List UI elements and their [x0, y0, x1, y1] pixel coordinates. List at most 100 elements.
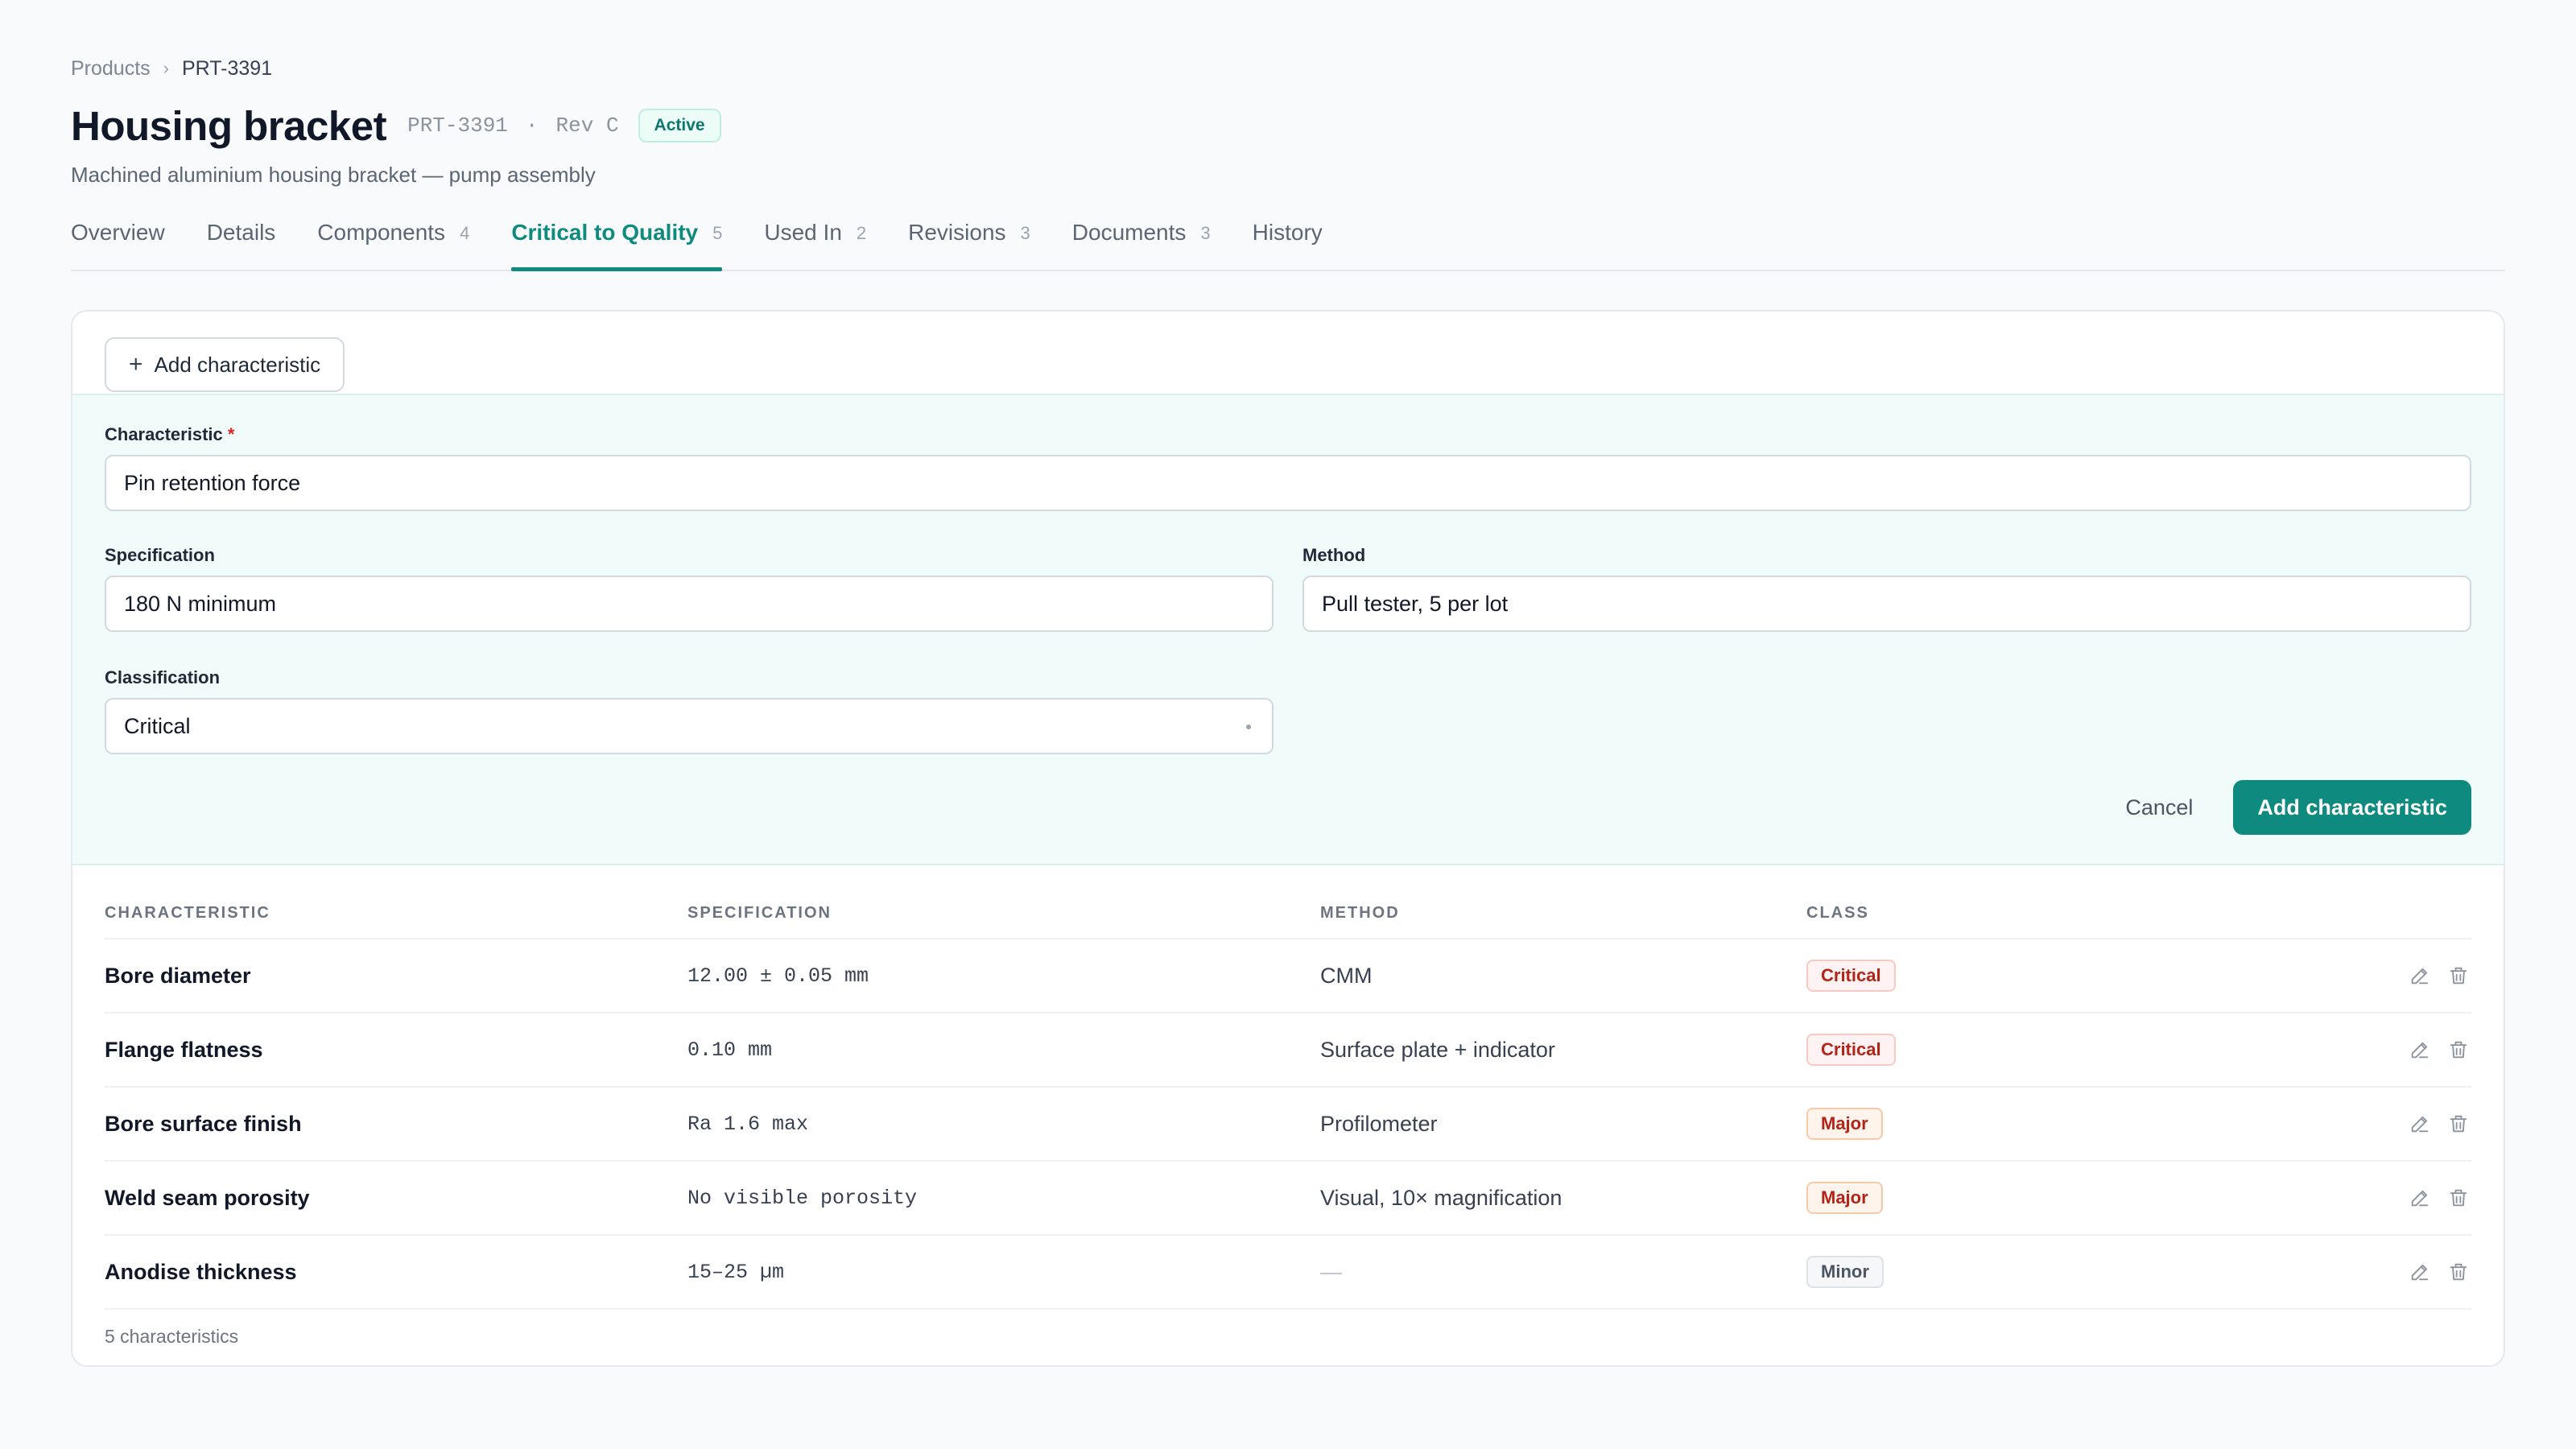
page-title: Housing bracket: [71, 102, 387, 149]
tab-components[interactable]: Components 4: [317, 220, 469, 270]
cell-actions: [2407, 1185, 2471, 1211]
method-input[interactable]: Pull tester, 5 per lot: [1302, 576, 2471, 632]
cell-method: CMM: [1320, 963, 1373, 988]
characteristic-input[interactable]: Pin retention force: [105, 455, 2471, 511]
meta-separator: ·: [525, 114, 539, 138]
table-row: Bore diameter 12.00 ± 0.05 mm CMM Critic…: [105, 939, 2471, 1013]
table-row: Weld seam porosity No visible porosity V…: [105, 1162, 2471, 1236]
breadcrumb-products-link[interactable]: Products: [71, 57, 151, 80]
classification-select[interactable]: Critical: [105, 698, 1274, 754]
table-row: Bore surface finish Ra 1.6 max Profilome…: [105, 1088, 2471, 1162]
add-characteristic-submit-button[interactable]: Add characteristic: [2233, 780, 2471, 835]
revision-label: Rev C: [555, 114, 619, 138]
tab-overview[interactable]: Overview: [71, 220, 165, 270]
characteristic-field-label: Characteristic *: [105, 424, 2471, 445]
add-characteristic-toggle-button[interactable]: + Add characteristic: [105, 337, 345, 392]
breadcrumb-separator: ›: [163, 58, 169, 78]
cell-class: Minor: [1806, 1256, 2407, 1288]
cell-method: —: [1320, 1259, 1342, 1284]
method-column: Method Pull tester, 5 per lot: [1302, 545, 2471, 632]
tab-documents[interactable]: Documents 3: [1072, 220, 1211, 270]
part-number: PRT-3391: [407, 114, 508, 138]
cell-class: Critical: [1806, 960, 2407, 992]
cell-method: Profilometer: [1320, 1111, 1438, 1136]
cell-characteristic: Weld seam porosity: [105, 1185, 310, 1210]
delete-trash-icon[interactable]: [2446, 1037, 2471, 1063]
classification-column: Classification Critical: [105, 667, 1274, 754]
classification-field-label: Classification: [105, 667, 221, 687]
delete-trash-icon[interactable]: [2446, 963, 2471, 989]
class-badge: Critical: [1806, 960, 1896, 992]
tab-label: Revisions: [908, 220, 1006, 245]
tab-count: 2: [856, 223, 867, 243]
tab-label: Critical to Quality: [511, 220, 699, 245]
column-header-characteristic: CHARACTERISTIC: [105, 903, 270, 922]
cell-specification: 0.10 mm: [687, 1038, 773, 1062]
cell-method: Visual, 10× magnification: [1320, 1185, 1563, 1210]
edit-pencil-icon[interactable]: [2407, 963, 2433, 989]
breadcrumb-current: PRT-3391: [182, 56, 273, 80]
title-row: Housing bracket PRT-3391 · Rev C Active: [71, 100, 2505, 151]
delete-trash-icon[interactable]: [2446, 1259, 2471, 1285]
cell-characteristic: Flange flatness: [105, 1037, 263, 1062]
edit-pencil-icon[interactable]: [2407, 1111, 2433, 1137]
required-mark: *: [227, 424, 235, 444]
tab-bar: Overview Details Components 4 Critical t…: [71, 220, 2505, 271]
tab-label: Details: [206, 220, 276, 245]
table-body: Bore diameter 12.00 ± 0.05 mm CMM Critic…: [105, 939, 2471, 1310]
cell-characteristic: Bore diameter: [105, 963, 251, 988]
column-header-method: METHOD: [1320, 903, 1400, 922]
tab-count: 3: [1200, 223, 1211, 243]
table-row: Flange flatness 0.10 mm Surface plate + …: [105, 1013, 2471, 1088]
delete-trash-icon[interactable]: [2446, 1111, 2471, 1137]
table-footer: 5 characteristics: [105, 1326, 239, 1347]
status-badge: Active: [638, 109, 721, 142]
column-header-specification: SPECIFICATION: [687, 903, 832, 922]
tab-revisions[interactable]: Revisions 3: [908, 220, 1030, 270]
tab-history[interactable]: History: [1253, 220, 1323, 270]
breadcrumb: Products › PRT-3391: [71, 55, 2505, 82]
add-characteristic-label: Add characteristic: [154, 352, 321, 377]
edit-pencil-icon[interactable]: [2407, 1037, 2433, 1063]
tab-details[interactable]: Details: [207, 220, 276, 270]
characteristic-label-text: Characteristic: [105, 424, 223, 444]
cell-specification: 15–25 µm: [687, 1260, 785, 1284]
cell-method: Surface plate + indicator: [1320, 1037, 1555, 1062]
tab-label: Components: [317, 220, 446, 245]
table-row: Anodise thickness 15–25 µm — Minor: [105, 1236, 2471, 1310]
class-badge: Major: [1806, 1108, 1883, 1140]
class-badge: Critical: [1806, 1034, 1896, 1066]
cell-specification: 12.00 ± 0.05 mm: [687, 964, 869, 988]
spec-method-row: Specification 180 N minimum Method Pull …: [105, 545, 2471, 632]
delete-trash-icon[interactable]: [2446, 1185, 2471, 1211]
tab-used-in[interactable]: Used In 2: [764, 220, 866, 270]
cancel-button[interactable]: Cancel: [2125, 795, 2193, 820]
specification-input[interactable]: 180 N minimum: [105, 576, 1274, 632]
card-toolbar: + Add characteristic: [72, 312, 2504, 394]
cell-specification: No visible porosity: [687, 1186, 918, 1210]
cell-class: Major: [1806, 1182, 2407, 1214]
part-meta: PRT-3391 · Rev C: [407, 114, 618, 138]
tab-label: Overview: [71, 220, 165, 245]
method-field-label: Method: [1302, 545, 1366, 565]
add-characteristic-form: Characteristic * Pin retention force Spe…: [72, 394, 2504, 865]
specification-field-label: Specification: [105, 545, 215, 565]
table-header: CHARACTERISTIC SPECIFICATION METHOD CLAS…: [105, 865, 2471, 939]
page: Products › PRT-3391 Housing bracket PRT-…: [71, 55, 2505, 1367]
ctq-card: + Add characteristic Characteristic * Pi…: [71, 310, 2505, 1367]
column-header-class: CLASS: [1806, 903, 1869, 922]
cell-actions: [2407, 963, 2471, 989]
cell-actions: [2407, 1037, 2471, 1063]
edit-pencil-icon[interactable]: [2407, 1259, 2433, 1285]
class-badge: Major: [1806, 1182, 1883, 1214]
edit-pencil-icon[interactable]: [2407, 1185, 2433, 1211]
cell-specification: Ra 1.6 max: [687, 1112, 809, 1136]
cell-class: Major: [1806, 1108, 2407, 1140]
tab-critical-to-quality[interactable]: Critical to Quality 5: [511, 220, 723, 271]
cell-actions: [2407, 1259, 2471, 1285]
cell-characteristic: Bore surface finish: [105, 1111, 302, 1136]
page-subtitle: Machined aluminium housing bracket — pum…: [71, 163, 596, 187]
specification-column: Specification 180 N minimum: [105, 545, 1274, 632]
cell-actions: [2407, 1111, 2471, 1137]
tab-label: Used In: [764, 220, 842, 245]
